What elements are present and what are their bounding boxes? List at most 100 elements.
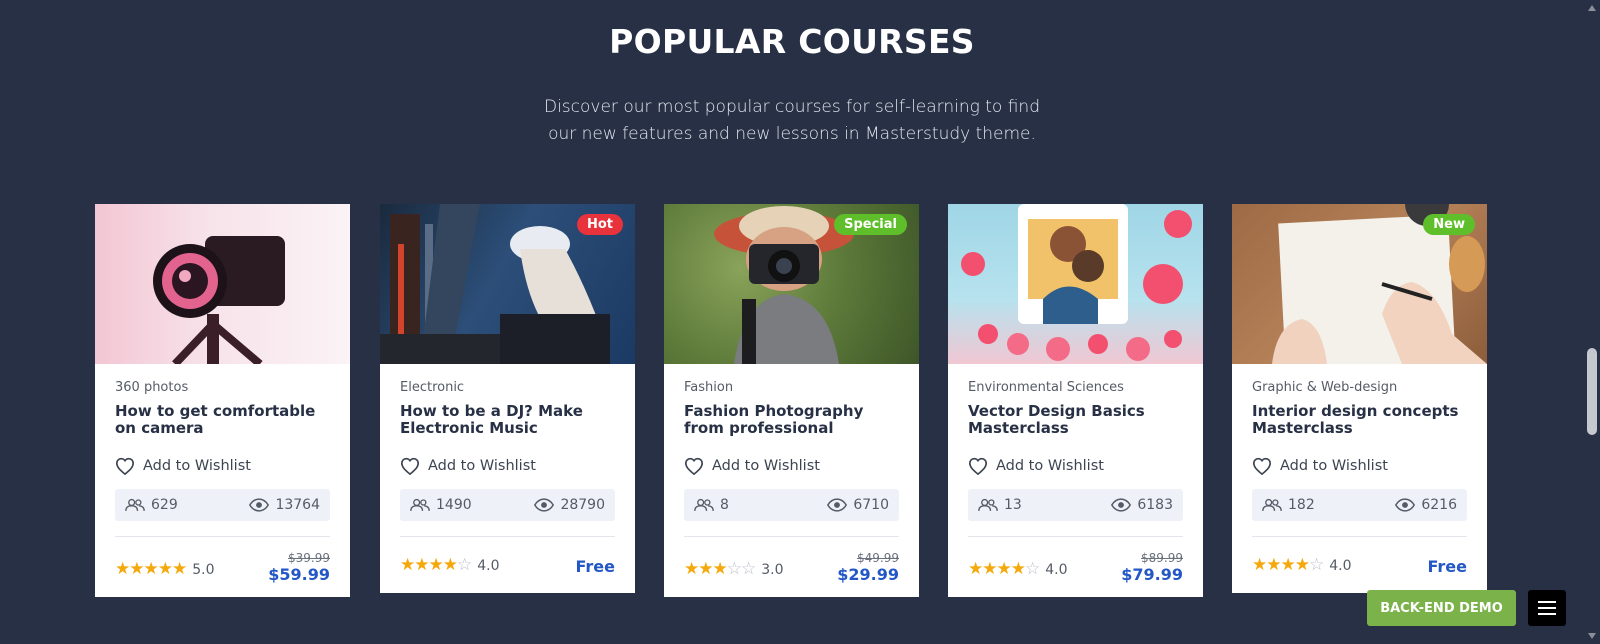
course-thumbnail[interactable] — [95, 204, 350, 364]
price-block: $39.99 $59.99 — [268, 551, 330, 584]
course-category[interactable]: Electronic — [400, 380, 615, 395]
users-icon — [410, 498, 430, 511]
old-price: $39.99 — [288, 551, 330, 565]
star-icon: ★ — [982, 559, 997, 579]
back-end-demo-button[interactable]: BACK-END DEMO — [1367, 590, 1516, 626]
course-title[interactable]: How to be a DJ? Make Electronic Music — [400, 403, 615, 443]
views-count: 6183 — [1111, 497, 1173, 513]
star-icon: ★ — [428, 555, 444, 575]
course-title[interactable]: How to get comfortable on camera — [115, 403, 330, 443]
eye-icon — [534, 498, 555, 512]
heart-icon — [684, 457, 704, 475]
heart-icon — [1252, 457, 1272, 475]
course-card[interactable]: Hot Electronic How to be a DJ? Make Elec… — [380, 204, 635, 593]
course-title[interactable]: Vector Design Basics Masterclass — [968, 403, 1183, 443]
star-icon: ★ — [442, 555, 458, 575]
views-value: 6710 — [853, 497, 889, 513]
course-title[interactable]: Interior design concepts Masterclass — [1252, 403, 1467, 443]
course-card[interactable]: Environmental Sciences Vector Design Bas… — [948, 204, 1203, 597]
star-icon: ★ — [684, 559, 699, 579]
views-count: 6216 — [1395, 497, 1457, 513]
students-count: 8 — [694, 497, 729, 513]
wishlist-label: Add to Wishlist — [428, 458, 536, 474]
course-thumbnail[interactable]: New — [1232, 204, 1487, 364]
students-value: 8 — [720, 497, 729, 513]
views-count: 28790 — [534, 497, 605, 513]
wishlist-label: Add to Wishlist — [1280, 458, 1388, 474]
subtitle-line-1: Discover our most popular courses for se… — [543, 97, 1040, 117]
price: $79.99 — [1121, 565, 1183, 584]
add-to-wishlist-button[interactable]: Add to Wishlist — [115, 457, 330, 475]
star-icon: ★ — [1280, 555, 1296, 575]
rating-value: 4.0 — [1045, 561, 1068, 578]
rating-stars: ★ ★ ★ ★ ☆ 4.0 — [400, 557, 500, 574]
wishlist-label: Add to Wishlist — [143, 458, 251, 474]
course-stats: 182 6216 — [1252, 489, 1467, 521]
star-empty-icon: ☆ — [726, 559, 742, 579]
users-icon — [694, 498, 714, 511]
star-icon: ★ — [115, 559, 130, 579]
star-icon: ★ — [414, 555, 429, 575]
add-to-wishlist-button[interactable]: Add to Wishlist — [968, 457, 1183, 475]
students-value: 13 — [1004, 497, 1022, 513]
eye-icon — [827, 498, 848, 512]
old-price: $49.99 — [857, 551, 899, 565]
heart-icon — [115, 457, 135, 475]
star-icon: ★ — [1252, 555, 1267, 575]
eye-icon — [1395, 498, 1416, 512]
rating-value: 5.0 — [192, 561, 215, 578]
star-icon: ★ — [172, 559, 187, 579]
star-icon: ★ — [129, 559, 144, 579]
star-empty-icon: ☆ — [457, 555, 472, 575]
students-count: 629 — [125, 497, 178, 513]
scrollbar-thumb[interactable] — [1587, 348, 1597, 435]
menu-button[interactable] — [1528, 590, 1566, 626]
rating-value: 4.0 — [1329, 557, 1352, 574]
scroll-up-arrow-icon[interactable] — [1584, 0, 1600, 16]
students-value: 182 — [1288, 497, 1315, 513]
add-to-wishlist-button[interactable]: Add to Wishlist — [684, 457, 899, 475]
star-icon: ★ — [698, 559, 713, 579]
add-to-wishlist-button[interactable]: Add to Wishlist — [400, 457, 615, 475]
views-count: 13764 — [249, 497, 320, 513]
star-icon: ★ — [1266, 555, 1281, 575]
course-thumbnail[interactable]: Special — [664, 204, 919, 364]
course-card[interactable]: New Graphic & Web-design Interior design… — [1232, 204, 1487, 593]
students-count: 13 — [978, 497, 1022, 513]
badge-new: New — [1423, 214, 1475, 235]
course-thumbnail[interactable]: Hot — [380, 204, 635, 364]
scroll-down-arrow-icon[interactable] — [1584, 628, 1600, 644]
badge-special: Special — [834, 214, 907, 235]
eye-icon — [249, 498, 270, 512]
course-category[interactable]: 360 photos — [115, 380, 330, 395]
camera-image — [153, 236, 285, 364]
price-block: $89.99 $79.99 — [1121, 551, 1183, 584]
course-title[interactable]: Fashion Photography from professional — [684, 403, 899, 443]
course-stats: 1490 28790 — [400, 489, 615, 521]
old-price: $89.99 — [1141, 551, 1183, 565]
users-icon — [1262, 498, 1282, 511]
add-to-wishlist-button[interactable]: Add to Wishlist — [1252, 457, 1467, 475]
star-icon: ★ — [996, 559, 1012, 579]
price-block: $49.99 $29.99 — [837, 551, 899, 584]
course-card[interactable]: 360 photos How to get comfortable on cam… — [95, 204, 350, 597]
badge-hot: Hot — [576, 214, 623, 235]
users-icon — [978, 498, 998, 511]
course-thumbnail[interactable] — [948, 204, 1203, 364]
heart-icon — [400, 457, 420, 475]
star-icon: ★ — [1010, 559, 1026, 579]
course-stats: 629 13764 — [115, 489, 330, 521]
scrollbar[interactable] — [1584, 0, 1600, 644]
price: $59.99 — [268, 565, 330, 584]
wishlist-label: Add to Wishlist — [712, 458, 820, 474]
course-card[interactable]: Special Fashion Fashion Photography from… — [664, 204, 919, 597]
views-value: 28790 — [560, 497, 605, 513]
course-stats: 8 6710 — [684, 489, 899, 521]
star-icon: ★ — [143, 559, 159, 579]
section-subtitle: Discover our most popular courses for se… — [0, 94, 1584, 148]
price: Free — [575, 557, 616, 576]
course-category[interactable]: Graphic & Web-design — [1252, 380, 1467, 395]
course-category[interactable]: Environmental Sciences — [968, 380, 1183, 395]
course-category[interactable]: Fashion — [684, 380, 899, 395]
heart-icon — [968, 457, 988, 475]
